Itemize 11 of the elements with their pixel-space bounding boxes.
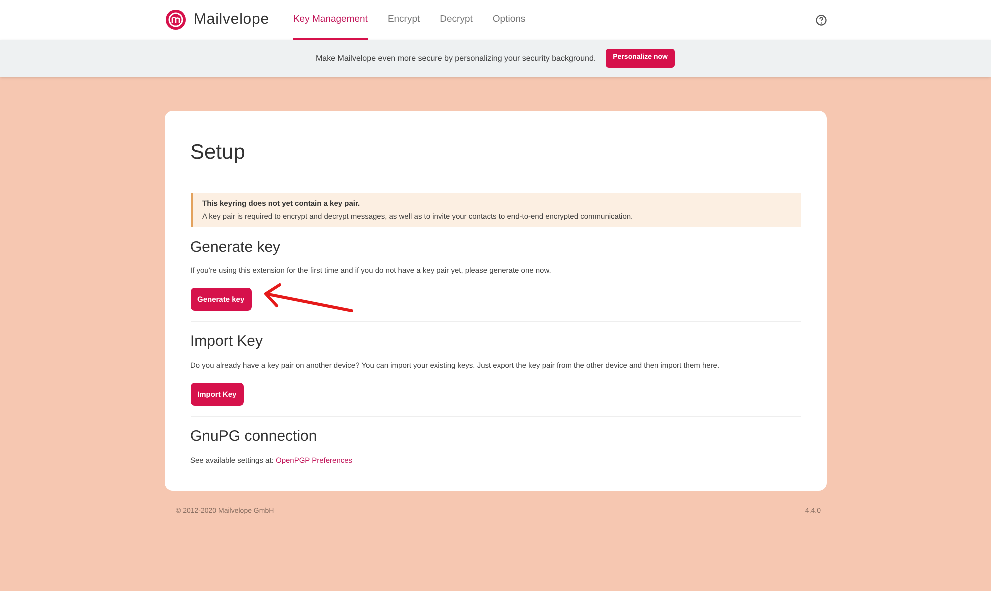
logo-icon (166, 10, 186, 30)
nav-tab[interactable]: Encrypt (388, 0, 420, 40)
banner-text: Make Mailvelope even more secure by personalizing your security background. (316, 52, 596, 64)
nav-tab[interactable]: Options (492, 0, 526, 40)
nav-tab[interactable]: Decrypt (440, 0, 473, 40)
section-heading: Import Key (190, 332, 264, 352)
section-heading: GnuPG connection (190, 427, 318, 447)
brand-name: Mailvelope (194, 10, 270, 30)
help-icon[interactable] (816, 14, 827, 26)
section-heading: Generate key (190, 238, 282, 258)
page-title: Setup (190, 140, 246, 166)
